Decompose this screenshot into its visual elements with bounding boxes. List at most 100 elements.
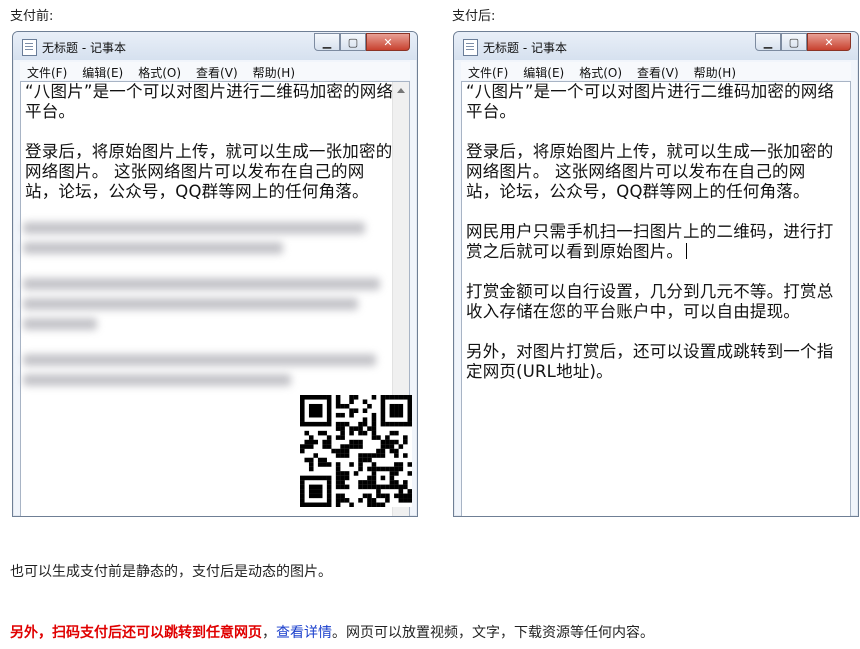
minimize-button[interactable]: ▁ [314, 33, 340, 51]
qr-module [376, 448, 381, 454]
qr-module [403, 498, 408, 503]
qr-module [300, 480, 305, 485]
qr-module [335, 412, 341, 418]
menu-format[interactable]: 格式(O) [131, 62, 189, 80]
qr-module [344, 475, 350, 481]
close-icon: ✕ [824, 35, 834, 49]
qr-module [380, 439, 386, 445]
qr-module [322, 462, 327, 467]
qr-module [335, 426, 341, 431]
qr-module [367, 466, 372, 472]
qr-module [394, 480, 399, 485]
title-bar[interactable]: 无标题 - 记事本 ▁ ▢ ✕ [13, 32, 417, 60]
qr-module [304, 421, 310, 427]
qr-module [371, 435, 377, 440]
qr-module [362, 457, 368, 463]
qr-module [371, 395, 377, 400]
qr-module [300, 421, 305, 427]
menu-view[interactable]: 查看(V) [189, 62, 246, 80]
close-button[interactable]: ✕ [366, 33, 410, 51]
qr-module [335, 453, 341, 458]
text-area[interactable]: “八图片”是一个可以对图片进行二维码加密的网络平台。 登录后，将原始图片上传，就… [461, 81, 851, 516]
maximize-button[interactable]: ▢ [340, 33, 366, 51]
qr-module [398, 466, 404, 472]
qr-module [380, 484, 386, 490]
details-link[interactable]: 查看详情 [276, 625, 332, 641]
qr-module [322, 502, 327, 507]
qr-module [313, 475, 319, 481]
qr-module [398, 489, 404, 494]
qr-module [407, 417, 412, 422]
qr-module [371, 417, 377, 422]
title-bar[interactable]: 无标题 - 记事本 ▁ ▢ ✕ [454, 32, 858, 60]
qr-module [335, 502, 341, 507]
qr-module [394, 462, 399, 467]
menu-help[interactable]: 帮助(H) [246, 62, 303, 80]
maximize-icon: ▢ [347, 35, 359, 49]
qr-module [394, 430, 399, 436]
qr-module [385, 498, 390, 503]
qr-module [335, 493, 341, 499]
qr-module [304, 395, 310, 400]
qr-module [407, 498, 412, 503]
qr-module [326, 439, 332, 445]
qr-module [385, 439, 390, 445]
qr-module [317, 403, 323, 409]
menu-edit[interactable]: 编辑(E) [516, 62, 572, 80]
qr-module [340, 444, 345, 449]
qr-module [326, 480, 332, 485]
qr-module [313, 408, 319, 414]
qr-module [385, 466, 390, 472]
qr-module [340, 453, 345, 458]
qr-module [308, 457, 314, 463]
qr-module [380, 502, 386, 507]
qr-module [358, 426, 363, 431]
maximize-icon: ▢ [788, 35, 800, 49]
menu-edit[interactable]: 编辑(E) [75, 62, 131, 80]
menu-view[interactable]: 查看(V) [630, 62, 687, 80]
qr-module [407, 395, 412, 400]
qr-module [358, 421, 363, 427]
qr-module [362, 480, 368, 485]
qr-module [308, 484, 314, 490]
qr-module [403, 435, 408, 440]
qr-module [380, 399, 386, 405]
menu-help[interactable]: 帮助(H) [687, 62, 744, 80]
qr-module [326, 489, 332, 494]
qr-module [367, 493, 372, 499]
qr-module [300, 395, 305, 400]
qr-module [398, 498, 404, 503]
qr-module [358, 484, 363, 490]
qr-module [340, 498, 345, 503]
scroll-up-icon[interactable] [397, 88, 405, 93]
qr-module [326, 462, 332, 467]
minimize-button[interactable]: ▁ [755, 33, 781, 51]
qr-module [367, 457, 372, 463]
qr-module [308, 462, 314, 467]
menu-format[interactable]: 格式(O) [572, 62, 630, 80]
close-button[interactable]: ✕ [807, 33, 851, 51]
qr-module [398, 484, 404, 490]
qr-module [300, 502, 305, 507]
qr-module [340, 426, 345, 431]
maximize-button[interactable]: ▢ [781, 33, 807, 51]
qr-module [389, 439, 395, 445]
qr-module [380, 493, 386, 499]
qr-module [367, 484, 372, 490]
qr-module [398, 395, 404, 400]
menu-file[interactable]: 文件(F) [20, 62, 75, 80]
qr-module [335, 462, 341, 467]
qr-module [331, 448, 336, 454]
qr-module [300, 412, 305, 418]
menu-file[interactable]: 文件(F) [461, 62, 516, 80]
qr-module [326, 412, 332, 418]
qr-module [313, 493, 319, 499]
paragraph: 另外，对图片打赏后，还可以设置成跳转到一个指定网页(URL地址)。 [466, 342, 834, 381]
qr-module [371, 426, 377, 431]
qr-module [403, 493, 408, 499]
qr-module [403, 421, 408, 427]
qr-module [394, 395, 399, 400]
qr-module [349, 502, 354, 507]
qr-module [317, 430, 323, 436]
qr-module [313, 484, 319, 490]
